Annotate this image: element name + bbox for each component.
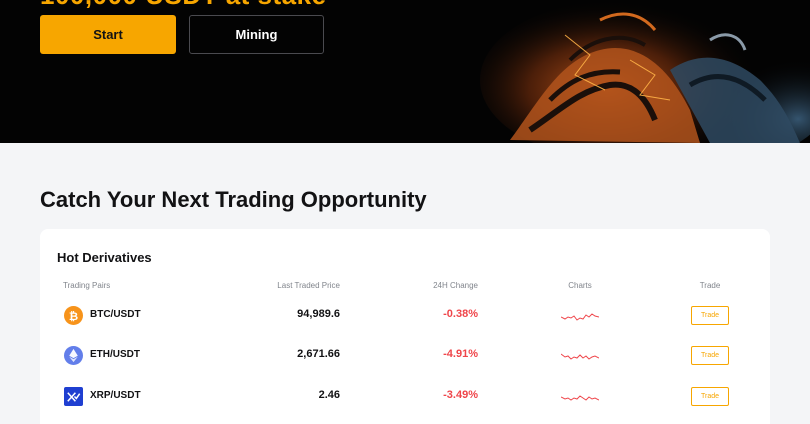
xrp-icon [64,387,83,406]
mining-button[interactable]: Mining [189,15,324,54]
sparkline-chart [561,395,599,401]
column-header-price: Last Traded Price [277,281,340,290]
section-title: Catch Your Next Trading Opportunity [40,187,427,212]
trade-button[interactable]: Trade [691,346,729,365]
sparkline-chart [561,313,599,321]
ethereum-icon [64,346,83,365]
card-title: Hot Derivatives [57,250,152,265]
last-price: 2,671.66 [297,348,340,360]
change-24h: -4.91% [443,348,478,360]
table-row[interactable]: XRP/USDT 2.46 -3.49% Trade [40,377,770,417]
table-row[interactable]: ₿ BTC/USDT 94,989.6 -0.38% Trade [40,296,770,336]
column-header-trade: Trade [699,281,721,290]
trade-button[interactable]: Trade [691,306,729,325]
pair-name: XRP/USDT [90,390,141,401]
column-header-charts: Charts [568,281,592,290]
svg-text:₿: ₿ [69,309,78,323]
pair-name: ETH/USDT [90,349,140,360]
last-price: 2.46 [318,389,340,401]
start-button[interactable]: Start [40,15,176,54]
change-24h: -0.38% [443,308,478,320]
sparkline-chart [561,353,599,360]
column-header-change: 24H Change [433,281,478,290]
bitcoin-icon: ₿ [64,306,83,325]
hero-banner: 100,000 USDT at stake Start Mining [0,0,810,143]
change-24h: -3.49% [443,389,478,401]
pair-name: BTC/USDT [90,309,141,320]
last-price: 94,989.6 [297,308,340,320]
table-row[interactable]: ETH/USDT 2,671.66 -4.91% Trade [40,336,770,376]
hero-headline: 100,000 USDT at stake [40,0,327,11]
column-header-pairs: Trading Pairs [63,281,111,290]
hot-derivatives-card: Hot Derivatives Trading Pairs Last Trade… [40,229,770,424]
trade-button[interactable]: Trade [691,387,729,406]
hero-artwork [470,0,810,143]
